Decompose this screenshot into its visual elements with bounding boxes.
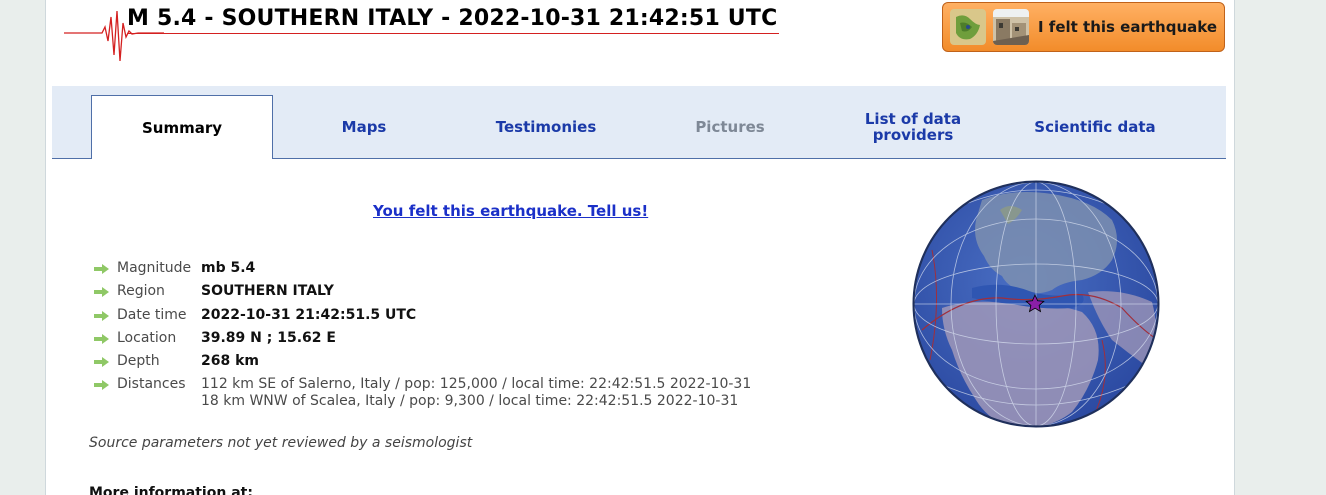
tab-summary[interactable]: Summary [91,95,273,159]
green-arrow-icon [94,357,109,368]
datetime-label: Date time [117,306,187,323]
tab-list-of-data-providers[interactable]: List of data providers [822,95,1004,158]
epicenter-globe-map [912,180,1160,428]
source-note: Source parameters not yet reviewed by a … [89,435,473,451]
more-information-heading: More information at: [89,485,253,495]
depth-value: 268 km [201,353,259,370]
location-label: Location [117,329,177,346]
felt-button-label: I felt this earthquake [1038,18,1218,36]
i-felt-this-earthquake-button[interactable]: I felt this earthquake [942,2,1225,52]
tab-scientific-data[interactable]: Scientific data [1004,95,1186,158]
location-value: 39.89 N ; 15.62 E [201,329,336,346]
tab-bar: Summary Maps Testimonies Pictures List o… [52,86,1226,159]
page-title: M 5.4 - SOUTHERN ITALY - 2022-10-31 21:4… [127,5,780,34]
tab-maps[interactable]: Maps [273,95,455,158]
green-arrow-icon [94,333,109,344]
green-arrow-icon [94,380,109,391]
page-content: M 5.4 - SOUTHERN ITALY - 2022-10-31 21:4… [45,0,1235,495]
tab-list-of-data-providers-label: List of data providers [864,109,962,144]
green-arrow-icon [94,287,109,298]
map-thumbnail-icon [950,9,986,45]
damaged-building-thumbnail-icon [993,9,1029,45]
depth-label: Depth [117,353,160,370]
tab-testimonies[interactable]: Testimonies [455,95,637,158]
tab-pictures: Pictures [695,117,765,136]
green-arrow-icon [94,264,109,274]
magnitude-value: mb 5.4 [201,260,256,276]
distance-line-2: 18 km WNW of Scalea, Italy / pop: 9,300 … [201,393,739,410]
region-label: Region [117,283,165,300]
felt-earthquake-link[interactable]: You felt this earthquake. Tell us! [373,202,648,220]
green-arrow-icon [94,310,109,321]
magnitude-label: Magnitude [117,260,192,276]
distances-label: Distances [117,376,186,393]
distance-line-1: 112 km SE of Salerno, Italy / pop: 125,0… [201,376,752,393]
distances-value: 112 km SE of Salerno, Italy / pop: 125,0… [201,376,751,410]
region-value: SOUTHERN ITALY [201,283,334,300]
datetime-value: 2022-10-31 21:42:51.5 UTC [201,306,417,323]
